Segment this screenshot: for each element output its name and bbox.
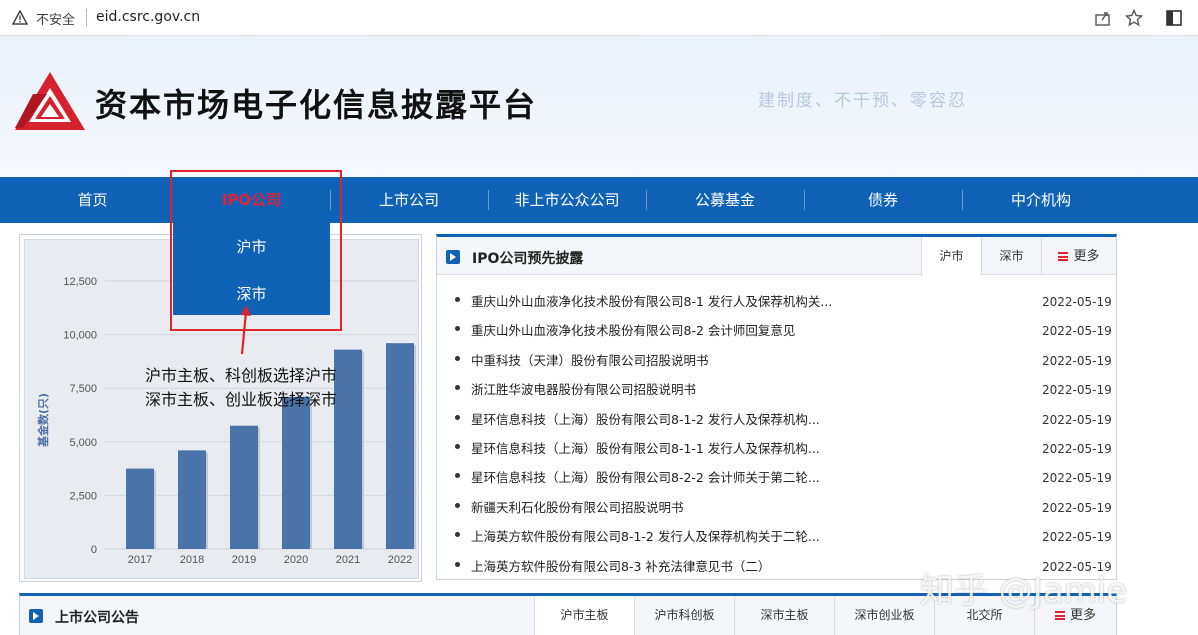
sidebar-icon[interactable]	[1165, 9, 1183, 27]
tab-sh[interactable]: 沪市	[921, 237, 981, 276]
y-tick-label: 10,000	[63, 330, 97, 342]
list-icon	[1058, 252, 1069, 261]
news-title[interactable]: 中重科技（天津）股份有限公司招股说明书	[471, 350, 709, 369]
security-label[interactable]: 不安全	[36, 9, 75, 28]
panel-title: 上市公司公告	[55, 610, 139, 626]
bullet	[455, 561, 460, 567]
more-label: 更多	[1073, 249, 1100, 264]
list-item[interactable]: 星环信息科技（上海）股份有限公司8-1-1 发行人及保荐机构... 2022-05…	[455, 436, 1112, 458]
bullet	[455, 355, 460, 361]
y-tick-label: 2,500	[69, 490, 97, 502]
list-item[interactable]: 星环信息科技（上海）股份有限公司8-1-2 发行人及保荐机构... 2022-05…	[455, 407, 1112, 429]
bullet	[455, 444, 460, 449]
share-icon[interactable]	[1094, 9, 1112, 27]
panel-title: IPO公司预先披露	[472, 251, 584, 267]
site-header: 资本市场电子化信息披露平台 建制度、不干预、零容忍	[0, 36, 1198, 177]
news-title[interactable]: 重庆山外山血液净化技术股份有限公司8-2 会计师回复意见	[471, 320, 795, 339]
nav-item-bonds[interactable]: 债券	[804, 177, 962, 223]
y-tick-label: 12,500	[63, 276, 97, 288]
news-title[interactable]: 重庆山外山血液净化技术股份有限公司8-1 发行人及保荐机构关...	[471, 291, 832, 310]
more-link[interactable]: 更多	[1041, 237, 1116, 275]
bullet	[455, 326, 460, 332]
news-date: 2022-05-19	[1042, 295, 1112, 309]
news-title[interactable]: 星环信息科技（上海）股份有限公司8-2-2 会计师关于第二轮...	[471, 467, 820, 486]
list-item[interactable]: 重庆山外山血液净化技术股份有限公司8-2 会计师回复意见 2022-05-19	[455, 318, 1112, 340]
news-title[interactable]: 星环信息科技（上海）股份有限公司8-1-2 发行人及保荐机构...	[471, 409, 820, 428]
news-date: 2022-05-19	[1042, 353, 1112, 368]
list-item[interactable]: 上海英方软件股份有限公司8-1-2 发行人及保荐机构关于二轮... 2022-05…	[455, 524, 1112, 546]
bullet	[455, 473, 460, 479]
y-tick-label: 0	[91, 544, 97, 556]
nav-item-intermediaries[interactable]: 中介机构	[962, 177, 1120, 223]
list-icon	[1054, 611, 1065, 620]
news-title[interactable]: 上海英方软件股份有限公司8-1-2 发行人及保荐机构关于二轮...	[471, 526, 820, 545]
news-date: 2022-05-19	[1042, 412, 1112, 427]
x-tick-label: 2020	[284, 554, 308, 566]
x-tick-label: 2021	[336, 554, 360, 566]
news-date: 2022-05-19	[1042, 383, 1112, 398]
news-title[interactable]: 上海英方软件股份有限公司8-3 补充法律意见书（二）	[471, 556, 770, 575]
slogan: 建制度、不干预、零容忍	[758, 91, 967, 111]
bullet	[455, 297, 460, 302]
y-axis-label: 基金数(只)	[36, 393, 50, 448]
x-tick-label: 2018	[180, 554, 204, 566]
news-title[interactable]: 新疆天利石化股份有限公司招股说明书	[471, 497, 684, 516]
bar-2017[interactable]	[126, 468, 154, 549]
bullet	[455, 502, 460, 508]
list-item[interactable]: 中重科技（天津）股份有限公司招股说明书 2022-05-19	[455, 348, 1112, 370]
bar-2019[interactable]	[230, 425, 258, 549]
ipo-disclosure-panel: IPO公司预先披露 沪市 深市 更多 重庆山外山血液净化技术股份有限公司8-1 …	[436, 234, 1117, 580]
url-input[interactable]: eid.csrc.gov.cn	[96, 9, 200, 25]
list-item[interactable]: 浙江胜华波电器股份有限公司招股说明书 2022-05-19	[455, 377, 1112, 399]
tab-sz[interactable]: 深市	[981, 237, 1041, 275]
panel-arrow-icon	[446, 250, 460, 264]
warning-icon	[12, 10, 28, 25]
annotation-arrow-icon	[240, 305, 251, 355]
annotation-line-2: 深市主板、创业板选择深市	[145, 390, 338, 409]
nav-item-home[interactable]: 首页	[15, 177, 170, 223]
y-tick-label: 7,500	[69, 383, 97, 395]
news-date: 2022-05-19	[1042, 471, 1112, 486]
watermark: 知乎 @Jamie	[920, 571, 1128, 611]
list-item[interactable]: 重庆山外山血液净化技术股份有限公司8-1 发行人及保荐机构关... 2022-05…	[455, 289, 1112, 311]
bar-2020[interactable]	[282, 396, 310, 549]
bullet	[455, 532, 460, 538]
news-date: 2022-05-19	[1042, 500, 1112, 515]
csrc-logo-icon[interactable]	[13, 70, 87, 132]
news-title[interactable]: 星环信息科技（上海）股份有限公司8-1-1 发行人及保荐机构...	[471, 438, 820, 457]
list-item[interactable]: 星环信息科技（上海）股份有限公司8-2-2 会计师关于第二轮... 2022-05…	[455, 465, 1112, 487]
x-tick-label: 2022	[388, 554, 412, 566]
bar-2021[interactable]	[334, 349, 362, 549]
news-date: 2022-05-19	[1042, 530, 1112, 545]
bar-2018[interactable]	[178, 450, 206, 549]
bar-2022[interactable]	[386, 343, 414, 549]
nav-item-funds[interactable]: 公募基金	[646, 177, 804, 223]
bullet	[455, 385, 460, 391]
divider	[86, 9, 87, 27]
annotation-line-1: 沪市主板、科创板选择沪市	[145, 366, 338, 385]
nav-item-listed[interactable]: 上市公司	[330, 177, 488, 223]
browser-address-bar: 不安全 eid.csrc.gov.cn	[0, 0, 1198, 36]
x-tick-label: 2017	[128, 554, 152, 566]
news-date: 2022-05-19	[1042, 442, 1112, 456]
list-item[interactable]: 新疆天利石化股份有限公司招股说明书 2022-05-19	[455, 495, 1112, 517]
star-icon[interactable]	[1125, 9, 1143, 27]
panel-arrow-icon	[29, 609, 43, 623]
x-tick-label: 2019	[232, 554, 256, 566]
site-title[interactable]: 资本市场电子化信息披露平台	[95, 80, 537, 126]
bullet	[455, 414, 460, 420]
tab-sz-chinext[interactable]: 深市创业板	[834, 596, 934, 635]
annotation-highlight-box	[170, 170, 342, 331]
news-title[interactable]: 浙江胜华波电器股份有限公司招股说明书	[471, 379, 696, 398]
nav-item-unlisted[interactable]: 非上市公众公司	[488, 177, 646, 223]
y-tick-label: 5,000	[69, 437, 97, 449]
tab-sh-star[interactable]: 沪市科创板	[634, 596, 734, 635]
tab-sh-main[interactable]: 沪市主板	[534, 596, 634, 635]
news-date: 2022-05-19	[1042, 324, 1112, 339]
tab-sz-main[interactable]: 深市主板	[734, 596, 834, 635]
panel-header: IPO公司预先披露 沪市 深市 更多	[437, 237, 1116, 276]
